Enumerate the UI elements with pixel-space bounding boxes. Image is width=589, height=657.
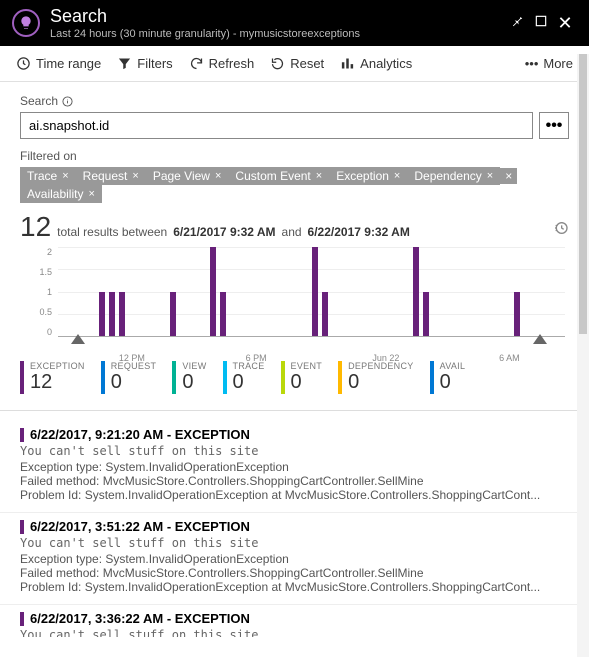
- filter-chip-remove[interactable]: ×: [500, 168, 517, 184]
- filter-chip[interactable]: Exception×: [329, 167, 407, 185]
- time-range-button[interactable]: Time range: [16, 56, 101, 71]
- lightbulb-icon: [12, 9, 40, 37]
- counter-view[interactable]: VIEW0: [172, 361, 214, 394]
- page-title: Search: [50, 6, 505, 27]
- info-icon: [62, 96, 73, 107]
- chart-bar[interactable]: [514, 292, 520, 337]
- refresh-icon: [189, 56, 204, 71]
- page-subtitle: Last 24 hours (30 minute granularity) - …: [50, 28, 505, 40]
- filter-chip[interactable]: Custom Event×: [228, 167, 329, 185]
- category-stripe-icon: [20, 612, 24, 626]
- counter-dependency[interactable]: DEPENDENCY0: [338, 361, 422, 394]
- results-summary: 12 total results between 6/21/2017 9:32 …: [20, 211, 569, 243]
- chart-bar[interactable]: [423, 292, 429, 337]
- pin-icon[interactable]: [505, 14, 529, 32]
- counter-avail[interactable]: AVAIL0: [430, 361, 474, 394]
- search-label: Search: [20, 94, 569, 108]
- chip-remove-icon[interactable]: ×: [62, 170, 68, 182]
- filter-row: Filtered on Trace×Request×Page View×Cust…: [20, 149, 569, 203]
- result-item[interactable]: 6/22/2017, 3:36:22 AM - EXCEPTIONYou can…: [0, 605, 589, 637]
- content: Search ••• Filtered on Trace×Request×Pag…: [0, 82, 589, 637]
- result-item[interactable]: 6/22/2017, 3:51:22 AM - EXCEPTIONYou can…: [0, 513, 589, 605]
- search-more-button[interactable]: •••: [539, 112, 569, 139]
- history-icon[interactable]: [553, 220, 569, 239]
- ellipsis-icon: •••: [525, 56, 539, 71]
- chart-bar[interactable]: [312, 247, 318, 336]
- reset-icon: [270, 56, 285, 71]
- toolbar: Time range Filters Refresh Reset Analyti…: [0, 46, 589, 82]
- chip-remove-icon[interactable]: ×: [215, 170, 221, 182]
- chart-bar[interactable]: [220, 292, 226, 337]
- analytics-icon: [340, 56, 355, 71]
- window-header: Search Last 24 hours (30 minute granular…: [0, 0, 589, 46]
- chip-remove-icon[interactable]: ×: [88, 188, 94, 200]
- scrollbar-thumb[interactable]: [579, 54, 587, 334]
- counter-request[interactable]: REQUEST0: [101, 361, 165, 394]
- close-icon[interactable]: ✕: [553, 13, 577, 34]
- result-item[interactable]: 6/22/2017, 9:21:20 AM - EXCEPTIONYou can…: [0, 421, 589, 513]
- refresh-button[interactable]: Refresh: [189, 56, 255, 71]
- counters-row: EXCEPTION12REQUEST0VIEW0 TRACE0EVENT0DEPE…: [20, 361, 569, 394]
- reset-button[interactable]: Reset: [270, 56, 324, 71]
- filters-button[interactable]: Filters: [117, 56, 172, 71]
- counter-trace[interactable]: TRACE0: [223, 361, 273, 394]
- timeline-chart[interactable]: 21.510.50 12 PM6 PMJun 226 AM: [24, 247, 565, 337]
- chart-bar[interactable]: [413, 247, 419, 336]
- more-button[interactable]: ••• More: [525, 56, 573, 71]
- maximize-icon[interactable]: [529, 14, 553, 32]
- category-stripe-icon: [20, 520, 24, 534]
- filter-chip[interactable]: Availability×: [20, 185, 102, 203]
- chart-range-handle[interactable]: [71, 334, 85, 344]
- chip-remove-icon[interactable]: ×: [394, 170, 400, 182]
- search-input[interactable]: [20, 112, 533, 139]
- counter-event[interactable]: EVENT0: [281, 361, 331, 394]
- chip-remove-icon[interactable]: ×: [316, 170, 322, 182]
- filter-chip[interactable]: Request×: [76, 167, 146, 185]
- result-count: 12: [20, 211, 51, 243]
- chart-bar[interactable]: [322, 292, 328, 337]
- analytics-button[interactable]: Analytics: [340, 56, 412, 71]
- filter-chip[interactable]: Dependency×: [407, 167, 500, 185]
- chart-bar[interactable]: [119, 292, 125, 337]
- chip-remove-icon[interactable]: ×: [132, 170, 138, 182]
- category-stripe-icon: [20, 428, 24, 442]
- scrollbar[interactable]: [577, 54, 589, 657]
- chart-bar[interactable]: [170, 292, 176, 337]
- chart-bar[interactable]: [109, 292, 115, 337]
- chart-bar[interactable]: [210, 247, 216, 336]
- filter-chip[interactable]: Page View×: [146, 167, 229, 185]
- chart-range-handle[interactable]: [533, 334, 547, 344]
- chart-bar[interactable]: [99, 292, 105, 337]
- chip-remove-icon[interactable]: ×: [487, 170, 493, 182]
- clock-icon: [16, 56, 31, 71]
- filter-chip[interactable]: Trace×: [20, 167, 76, 185]
- filter-icon: [117, 56, 132, 71]
- counter-exception[interactable]: EXCEPTION12: [20, 361, 93, 394]
